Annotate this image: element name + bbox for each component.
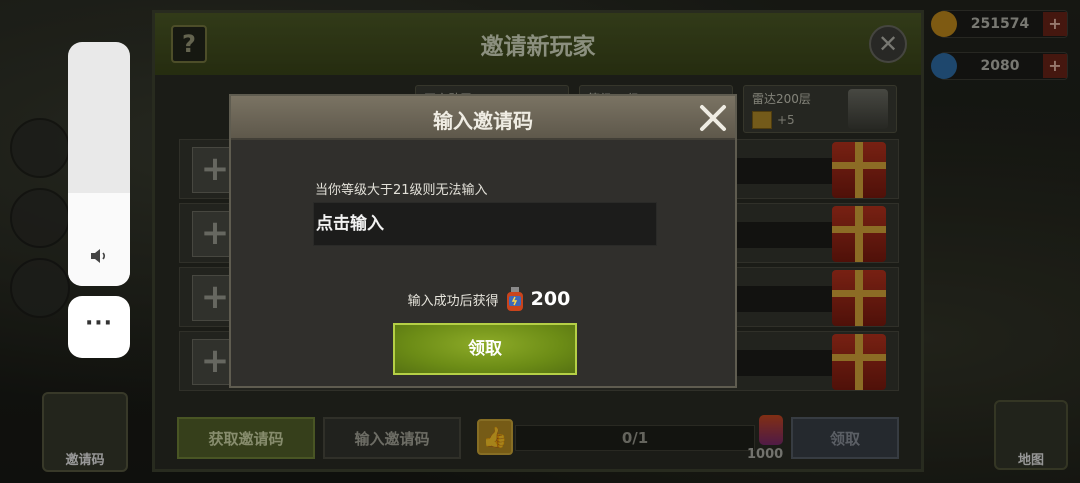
close-icon[interactable]: [697, 102, 729, 134]
volume-level-fill: [68, 193, 130, 286]
reward-amount: 200: [530, 288, 571, 310]
input-invite-code-dialog: 输入邀请码 当你等级大于21级则无法输入 输入成功后获得 200 领取: [229, 94, 737, 388]
potion-icon: [506, 287, 523, 311]
claim-button[interactable]: 领取: [393, 323, 577, 375]
dialog-title: 输入邀请码: [433, 109, 533, 133]
reward-prefix-text: 输入成功后获得: [407, 293, 499, 309]
level-restriction-hint: 当你等级大于21级则无法输入: [315, 183, 488, 198]
reward-line: 输入成功后获得 200: [231, 286, 735, 312]
more-options-button[interactable]: ···: [68, 296, 130, 358]
dialog-header: 输入邀请码: [231, 96, 735, 140]
speaker-icon: [91, 249, 106, 263]
volume-slider[interactable]: [68, 42, 130, 286]
invite-code-input[interactable]: [313, 202, 657, 246]
